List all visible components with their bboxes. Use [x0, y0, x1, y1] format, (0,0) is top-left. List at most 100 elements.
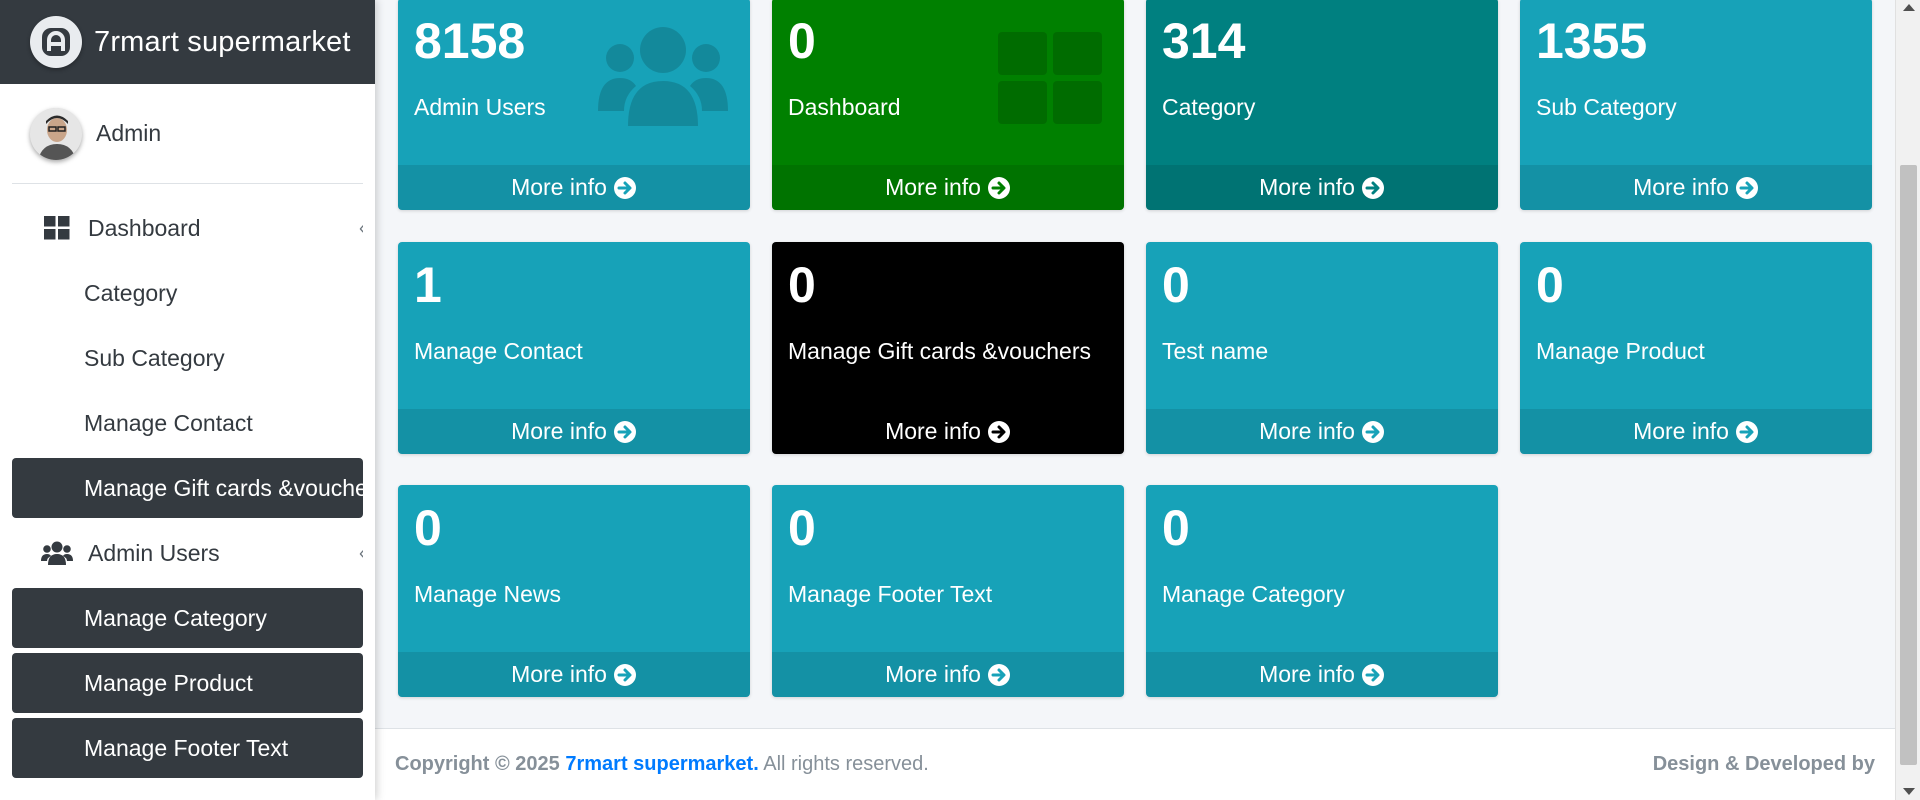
arrow-circle-right-icon [1735, 420, 1759, 444]
card-count: 1 [414, 257, 442, 313]
card-count: 0 [414, 500, 442, 556]
sidebar-item-sub-category[interactable]: Sub Category [12, 328, 363, 388]
card-count: 0 [1162, 500, 1190, 556]
card-title: Manage Footer Text [788, 581, 993, 607]
card-title: Test name [1162, 338, 1269, 364]
more-info-label: More info [1259, 661, 1355, 687]
arrow-circle-right-icon [987, 176, 1011, 200]
avatar [30, 107, 82, 160]
scrollbar-thumb[interactable] [1900, 165, 1917, 765]
card-title: Sub Category [1536, 94, 1677, 120]
users-icon [598, 26, 728, 131]
arrow-circle-right-icon [987, 420, 1011, 444]
arrow-circle-right-icon [1361, 420, 1385, 444]
card-count: 0 [1162, 257, 1190, 313]
card-manage-category: 0 Manage Category More info [1146, 485, 1498, 697]
card-title: Manage Category [1162, 581, 1345, 607]
page-scrollbar[interactable] [1895, 0, 1920, 800]
sidebar-item-label: Manage Product [84, 669, 253, 696]
more-info-link[interactable]: More info [772, 165, 1124, 210]
scroll-down-icon[interactable] [1903, 788, 1915, 795]
brand-link[interactable]: 7rmart supermarket [0, 0, 375, 84]
sidebar-item-label: Sub Category [84, 344, 225, 371]
card-count: 1355 [1536, 13, 1648, 69]
card-manage-product: 0 Manage Product More info [1520, 242, 1872, 454]
more-info-link[interactable]: More info [772, 652, 1124, 697]
card-title: Manage Product [1536, 338, 1705, 364]
chevron-left-icon: ‹ [359, 543, 363, 564]
sidebar-item-manage-contact[interactable]: Manage Contact [12, 393, 363, 453]
card-count: 0 [788, 257, 816, 313]
sidebar: 7rmart supermarket Admin Dashboard Categ… [0, 0, 375, 800]
card-manage-footer-text: 0 Manage Footer Text More info [772, 485, 1124, 697]
copyright-text: Copyright © 2025 [395, 753, 560, 775]
main-content: 8158 Admin Users More info 0 Dashboard M… [375, 0, 1895, 800]
more-info-link[interactable]: More info [772, 409, 1124, 454]
more-info-link[interactable]: More info [1146, 165, 1498, 210]
sidebar-item-label: Manage Footer Text [84, 734, 289, 761]
user-name: Admin [96, 120, 162, 146]
card-count: 0 [788, 500, 816, 556]
sidebar-item-label: Manage Gift cards &vouchers [84, 474, 363, 501]
more-info-label: More info [1259, 174, 1355, 200]
more-info-link[interactable]: More info [1146, 409, 1498, 454]
arrow-circle-right-icon [1361, 663, 1385, 687]
sidebar-item-manage-category[interactable]: Manage Category [12, 588, 363, 648]
brand-name: 7rmart supermarket [94, 25, 351, 58]
card-admin-users: 8158 Admin Users More info [398, 0, 750, 210]
more-info-label: More info [885, 661, 981, 687]
card-count: 314 [1162, 13, 1246, 69]
arrow-circle-right-icon [613, 663, 637, 687]
card-title: Manage News [414, 581, 562, 607]
card-manage-contact: 1 Manage Contact More info [398, 242, 750, 454]
sidebar-item-admin-users[interactable]: Admin Users ‹ [12, 523, 363, 583]
more-info-label: More info [511, 418, 607, 444]
card-count: 0 [788, 13, 816, 69]
grid-icon [998, 32, 1102, 129]
more-info-label: More info [511, 661, 607, 687]
logo-badge-icon [30, 16, 82, 68]
brand-footer-link[interactable]: 7rmart supermarket. [565, 753, 758, 775]
card-count: 0 [1536, 257, 1564, 313]
scroll-up-icon[interactable] [1903, 4, 1915, 11]
user-panel[interactable]: Admin [12, 84, 363, 184]
more-info-link[interactable]: More info [398, 165, 750, 210]
rights-text: All rights reserved. [763, 753, 929, 775]
arrow-circle-right-icon [613, 176, 637, 200]
more-info-link[interactable]: More info [398, 409, 750, 454]
card-title: Manage Contact [414, 338, 583, 364]
more-info-label: More info [885, 418, 981, 444]
more-info-link[interactable]: More info [1146, 652, 1498, 697]
card-title: Admin Users [414, 94, 546, 120]
users-icon [40, 541, 74, 565]
more-info-link[interactable]: More info [398, 652, 750, 697]
sidebar-item-label: Manage Category [84, 604, 267, 631]
sidebar-item-label: Category [84, 279, 178, 306]
arrow-circle-right-icon [613, 420, 637, 444]
sidebar-nav: Dashboard ‹ Category Sub Category Manage… [0, 184, 375, 778]
more-info-label: More info [1259, 418, 1355, 444]
sidebar-item-label: Admin Users [88, 539, 220, 566]
card-test-name: 0 Test name More info [1146, 242, 1498, 454]
card-title: Manage Gift cards &vouchers [788, 338, 1091, 364]
arrow-circle-right-icon [1735, 176, 1759, 200]
sidebar-item-category[interactable]: Category [12, 263, 363, 323]
more-info-link[interactable]: More info [1520, 409, 1872, 454]
more-info-link[interactable]: More info [1520, 165, 1872, 210]
arrow-circle-right-icon [987, 663, 1011, 687]
sidebar-item-manage-gift-cards[interactable]: Manage Gift cards &vouchers [12, 458, 363, 518]
card-manage-gift-cards: 0 Manage Gift cards &vouchers More info [772, 242, 1124, 454]
card-manage-news: 0 Manage News More info [398, 485, 750, 697]
copyright: Copyright © 2025 7rmart supermarket. All… [395, 753, 929, 776]
card-title: Dashboard [788, 94, 901, 120]
card-sub-category: 1355 Sub Category More info [1520, 0, 1872, 210]
card-dashboard: 0 Dashboard More info [772, 0, 1124, 210]
card-title: Category [1162, 94, 1256, 120]
page-footer: Copyright © 2025 7rmart supermarket. All… [375, 728, 1895, 800]
more-info-label: More info [885, 174, 981, 200]
chevron-left-icon: ‹ [359, 218, 363, 239]
sidebar-item-manage-product[interactable]: Manage Product [12, 653, 363, 713]
sidebar-item-manage-footer-text[interactable]: Manage Footer Text [12, 718, 363, 778]
arrow-circle-right-icon [1361, 176, 1385, 200]
sidebar-item-dashboard[interactable]: Dashboard ‹ [12, 198, 363, 258]
